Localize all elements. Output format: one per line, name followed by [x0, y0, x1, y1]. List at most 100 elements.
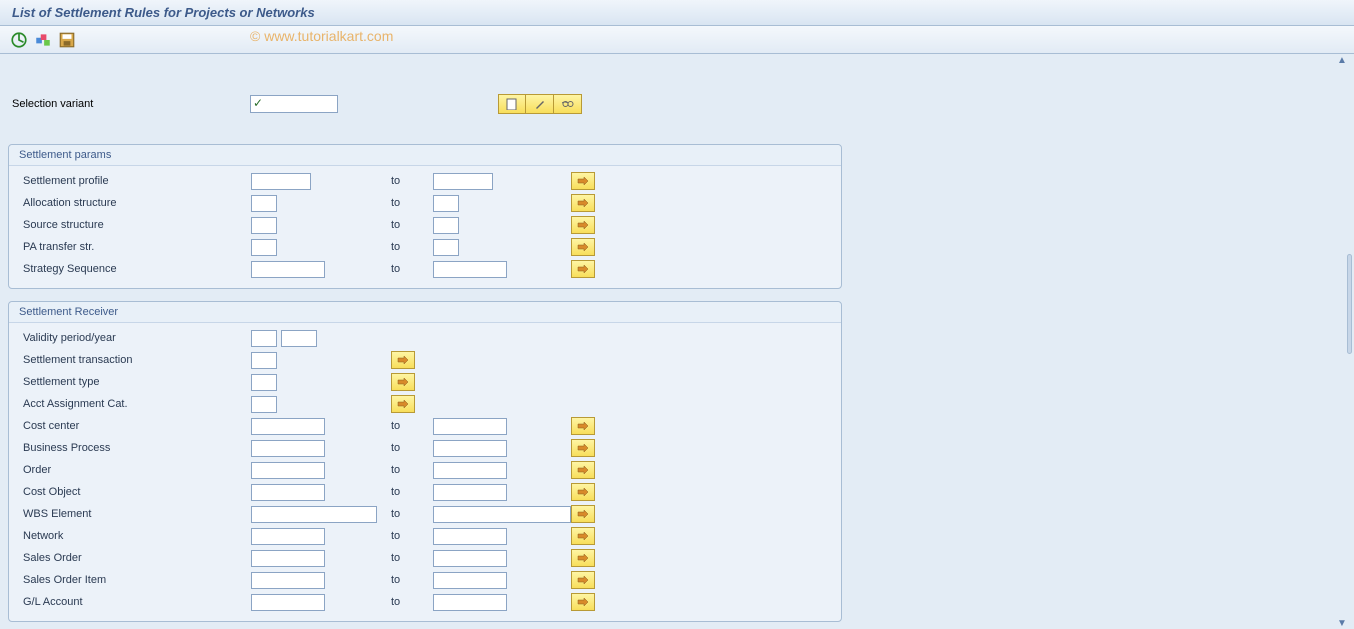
- edit-variant-button[interactable]: [526, 94, 554, 114]
- field-label: PA transfer str.: [23, 241, 251, 253]
- toolbar: © www.tutorialkart.com: [0, 26, 1354, 54]
- single-input[interactable]: [251, 352, 277, 369]
- to-input[interactable]: [433, 506, 571, 523]
- check-icon: ✓: [253, 96, 263, 110]
- year-input[interactable]: [281, 330, 317, 347]
- multiple-selection-button[interactable]: [571, 483, 595, 501]
- multiple-selection-button[interactable]: [571, 194, 595, 212]
- form-row: Validity period/year: [9, 327, 841, 349]
- field-label: Sales Order Item: [23, 574, 251, 586]
- to-input[interactable]: [433, 239, 459, 256]
- group-title: Settlement params: [9, 145, 841, 166]
- multiple-selection-button[interactable]: [571, 593, 595, 611]
- variant-button-group: [498, 94, 582, 114]
- to-label: to: [391, 574, 433, 586]
- from-input[interactable]: [251, 440, 325, 457]
- title-bar: List of Settlement Rules for Projects or…: [0, 0, 1354, 26]
- form-row: Settlement type: [9, 371, 841, 393]
- multiple-selection-button[interactable]: [571, 505, 595, 523]
- to-input[interactable]: [433, 462, 507, 479]
- to-input[interactable]: [433, 261, 507, 278]
- scroll-up-icon[interactable]: ▲: [1336, 54, 1348, 66]
- field-label: Cost center: [23, 420, 251, 432]
- multiple-selection-button[interactable]: [571, 571, 595, 589]
- form-row: Strategy Sequence to: [9, 258, 841, 280]
- multiple-selection-button[interactable]: [391, 373, 415, 391]
- multiple-selection-button[interactable]: [571, 260, 595, 278]
- multiple-selection-button[interactable]: [571, 172, 595, 190]
- scroll-handle[interactable]: [1347, 254, 1352, 354]
- multiple-selection-button[interactable]: [571, 216, 595, 234]
- multiple-selection-button[interactable]: [571, 461, 595, 479]
- to-input[interactable]: [433, 572, 507, 589]
- multiple-selection-button[interactable]: [571, 439, 595, 457]
- to-label: to: [391, 486, 433, 498]
- to-label: to: [391, 420, 433, 432]
- to-input[interactable]: [433, 594, 507, 611]
- multiple-selection-button[interactable]: [571, 238, 595, 256]
- from-input[interactable]: [251, 195, 277, 212]
- from-input[interactable]: [251, 572, 325, 589]
- save-icon[interactable]: [58, 31, 76, 49]
- to-label: to: [391, 241, 433, 253]
- field-label: Settlement transaction: [23, 354, 251, 366]
- form-row: G/L Account to: [9, 591, 841, 613]
- form-row: Networkto: [9, 525, 841, 547]
- to-label: to: [391, 219, 433, 231]
- from-input[interactable]: [251, 506, 377, 523]
- from-input[interactable]: [251, 173, 311, 190]
- create-variant-button[interactable]: [498, 94, 526, 114]
- page-title: List of Settlement Rules for Projects or…: [12, 5, 1342, 20]
- multiple-selection-button[interactable]: [391, 395, 415, 413]
- selection-variant-input[interactable]: [250, 95, 338, 113]
- to-label: to: [391, 596, 433, 608]
- to-input[interactable]: [433, 484, 507, 501]
- to-input[interactable]: [433, 173, 493, 190]
- to-label: to: [391, 175, 433, 187]
- from-input[interactable]: [251, 462, 325, 479]
- to-input[interactable]: [433, 528, 507, 545]
- form-row: Settlement transaction: [9, 349, 841, 371]
- from-input[interactable]: [251, 528, 325, 545]
- to-label: to: [391, 508, 433, 520]
- to-input[interactable]: [433, 550, 507, 567]
- to-input[interactable]: [433, 195, 459, 212]
- field-label: G/L Account: [23, 596, 251, 608]
- multiple-selection-button[interactable]: [571, 527, 595, 545]
- multiple-selection-button[interactable]: [391, 351, 415, 369]
- form-row: Allocation structureto: [9, 192, 841, 214]
- to-input[interactable]: [433, 440, 507, 457]
- watermark: © www.tutorialkart.com: [250, 28, 393, 44]
- single-input[interactable]: [251, 374, 277, 391]
- to-input[interactable]: [433, 418, 507, 435]
- multiple-selection-button[interactable]: [571, 549, 595, 567]
- form-row: PA transfer str. to: [9, 236, 841, 258]
- from-input[interactable]: [251, 484, 325, 501]
- form-row: Cost center to: [9, 415, 841, 437]
- multiple-selection-button[interactable]: [571, 417, 595, 435]
- display-variant-button[interactable]: [554, 94, 582, 114]
- field-label: Strategy Sequence: [23, 263, 251, 275]
- field-label: Network: [23, 530, 251, 542]
- to-label: to: [391, 552, 433, 564]
- to-label: to: [391, 464, 433, 476]
- execute-icon[interactable]: [10, 31, 28, 49]
- field-label: Business Process: [23, 442, 251, 454]
- form-row: Business Processto: [9, 437, 841, 459]
- from-input[interactable]: [251, 594, 325, 611]
- period-input[interactable]: [251, 330, 277, 347]
- from-input[interactable]: [251, 418, 325, 435]
- settlement-params-group: Settlement params Settlement profiletoAl…: [8, 144, 842, 289]
- single-input[interactable]: [251, 396, 277, 413]
- to-input[interactable]: [433, 217, 459, 234]
- content: Selection variant ✓ Settlement params: [0, 54, 1354, 629]
- from-input[interactable]: [251, 217, 277, 234]
- selection-variant-row: Selection variant ✓: [8, 94, 1346, 114]
- variant-icon[interactable]: [34, 31, 52, 49]
- scroll-area: ▲ ▼ Selection variant ✓: [0, 54, 1354, 629]
- to-label: to: [391, 263, 433, 275]
- from-input[interactable]: [251, 261, 325, 278]
- from-input[interactable]: [251, 239, 277, 256]
- from-input[interactable]: [251, 550, 325, 567]
- scroll-down-icon[interactable]: ▼: [1336, 617, 1348, 629]
